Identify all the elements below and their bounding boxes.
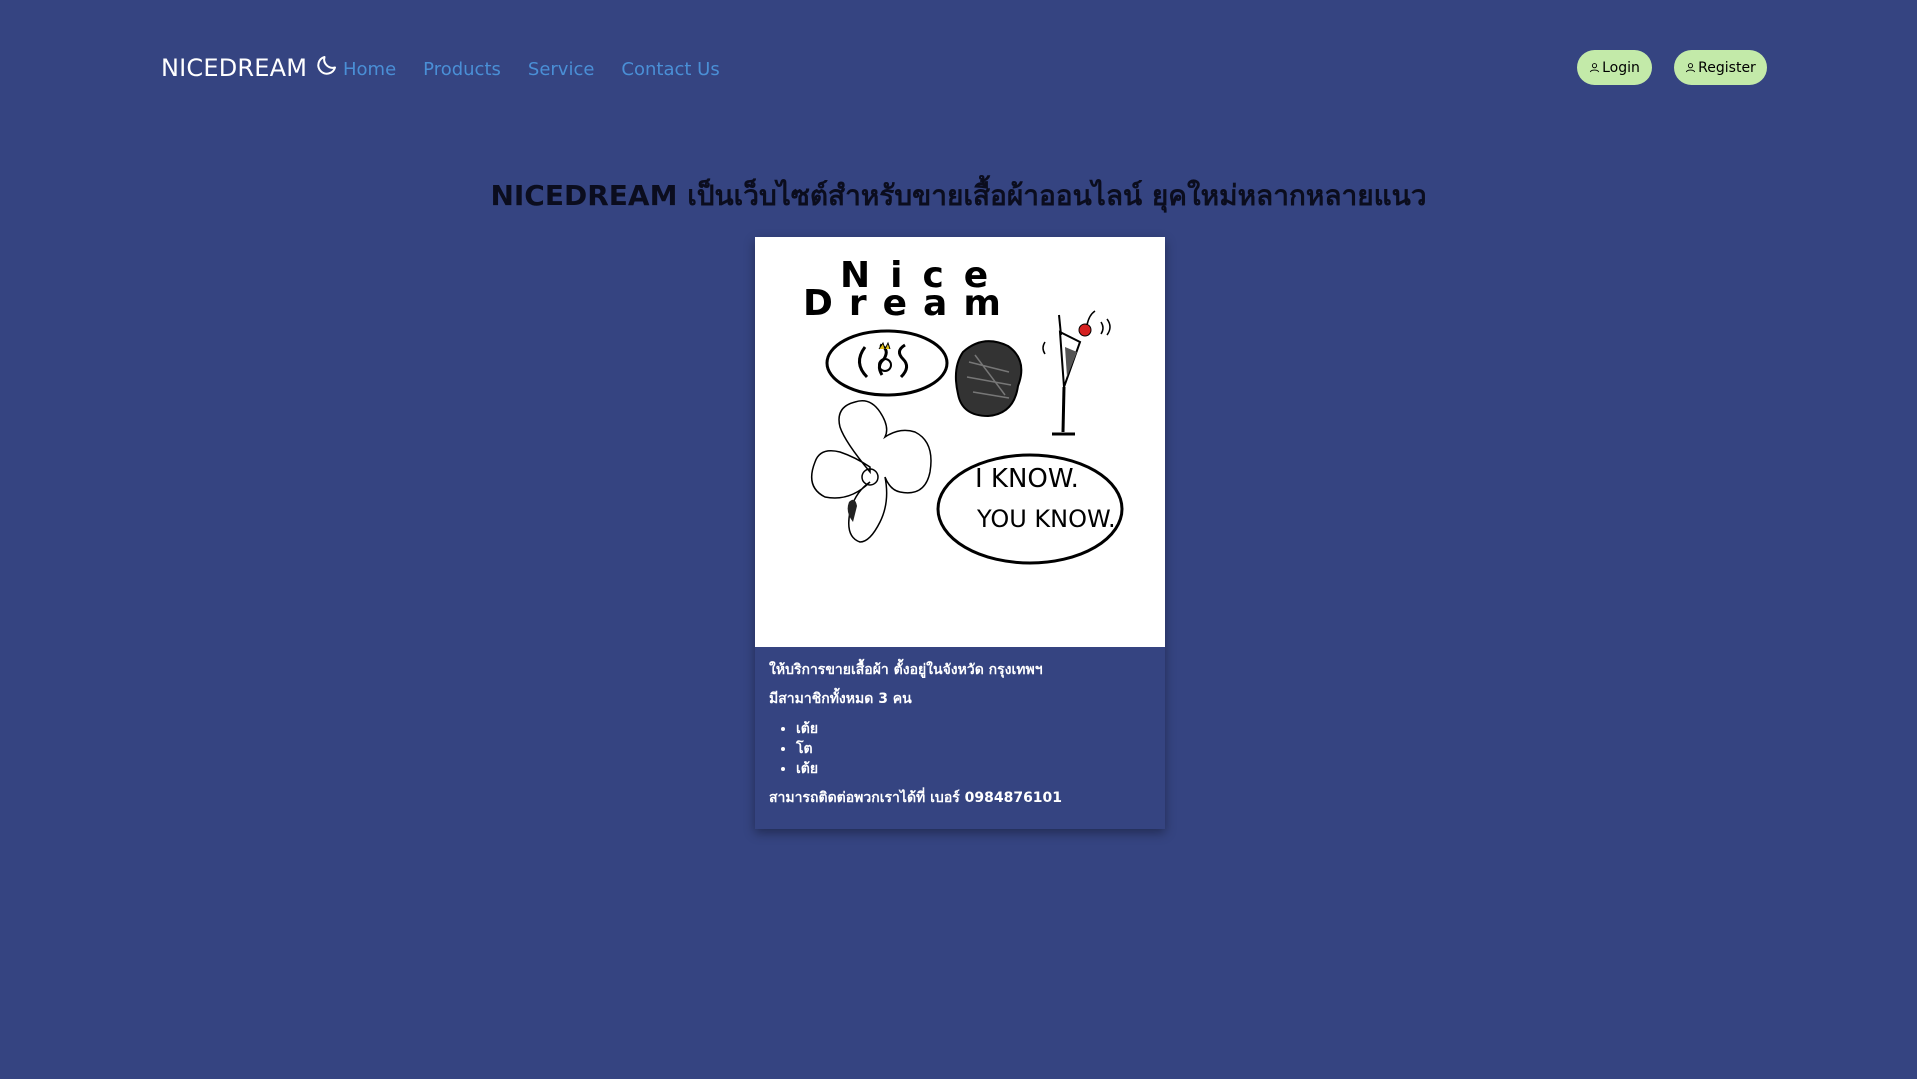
card-contact-text: สามารถติดต่อพวกเราได้ที่ เบอร์ 098487610…	[769, 790, 1063, 806]
user-icon	[1590, 63, 1600, 73]
nav-link-products[interactable]: Products	[423, 59, 501, 80]
list-item: เต้ย	[796, 719, 1150, 739]
brand[interactable]: NICEDREAM	[161, 54, 339, 82]
artwork-bubble-line2: YOU KNOW.	[976, 505, 1116, 533]
nav-link-service[interactable]: Service	[528, 59, 595, 80]
nice-dream-artwork: Nice Dream I KNOW. YOU KNOW.	[803, 255, 1124, 565]
members-list: เต้ย โต เต้ย	[769, 719, 1150, 779]
moon-icon[interactable]	[315, 53, 339, 77]
artwork-bubble-line1: I KNOW.	[975, 464, 1079, 494]
list-item: โต	[796, 739, 1150, 759]
nav-links: Home Products Service Contact Us	[343, 59, 720, 80]
about-card: Nice Dream I KNOW. YOU KNOW. ให้บริการขา…	[755, 237, 1165, 829]
register-label: Register	[1698, 59, 1756, 76]
nav-link-home[interactable]: Home	[343, 59, 396, 80]
artwork-title-line2: Dream	[803, 283, 1017, 324]
card-description: ให้บริการขายเสื้อผ้า ตั้งอยู่ในจังหวัด ก…	[769, 662, 1043, 678]
card-image: Nice Dream I KNOW. YOU KNOW.	[755, 237, 1165, 647]
user-icon	[1686, 63, 1696, 73]
register-button[interactable]: Register	[1674, 50, 1767, 85]
login-label: Login	[1602, 59, 1640, 76]
login-button[interactable]: Login	[1577, 50, 1652, 85]
card-body: ให้บริการขายเสื้อผ้า ตั้งอยู่ในจังหวัด ก…	[755, 647, 1165, 808]
nav-link-contact-us[interactable]: Contact Us	[621, 59, 719, 80]
list-item: เต้ย	[796, 759, 1150, 779]
brand-name[interactable]: NICEDREAM	[161, 54, 307, 82]
card-members-text: มีสามาชิกทั้งหมด 3 คน	[769, 691, 912, 707]
page-headline: NICEDREAM เป็นเว็บไซต์สำหรับขายเสื้อผ้าอ…	[490, 179, 1427, 212]
navbar: NICEDREAM Home Products Service Contact …	[0, 0, 1917, 140]
